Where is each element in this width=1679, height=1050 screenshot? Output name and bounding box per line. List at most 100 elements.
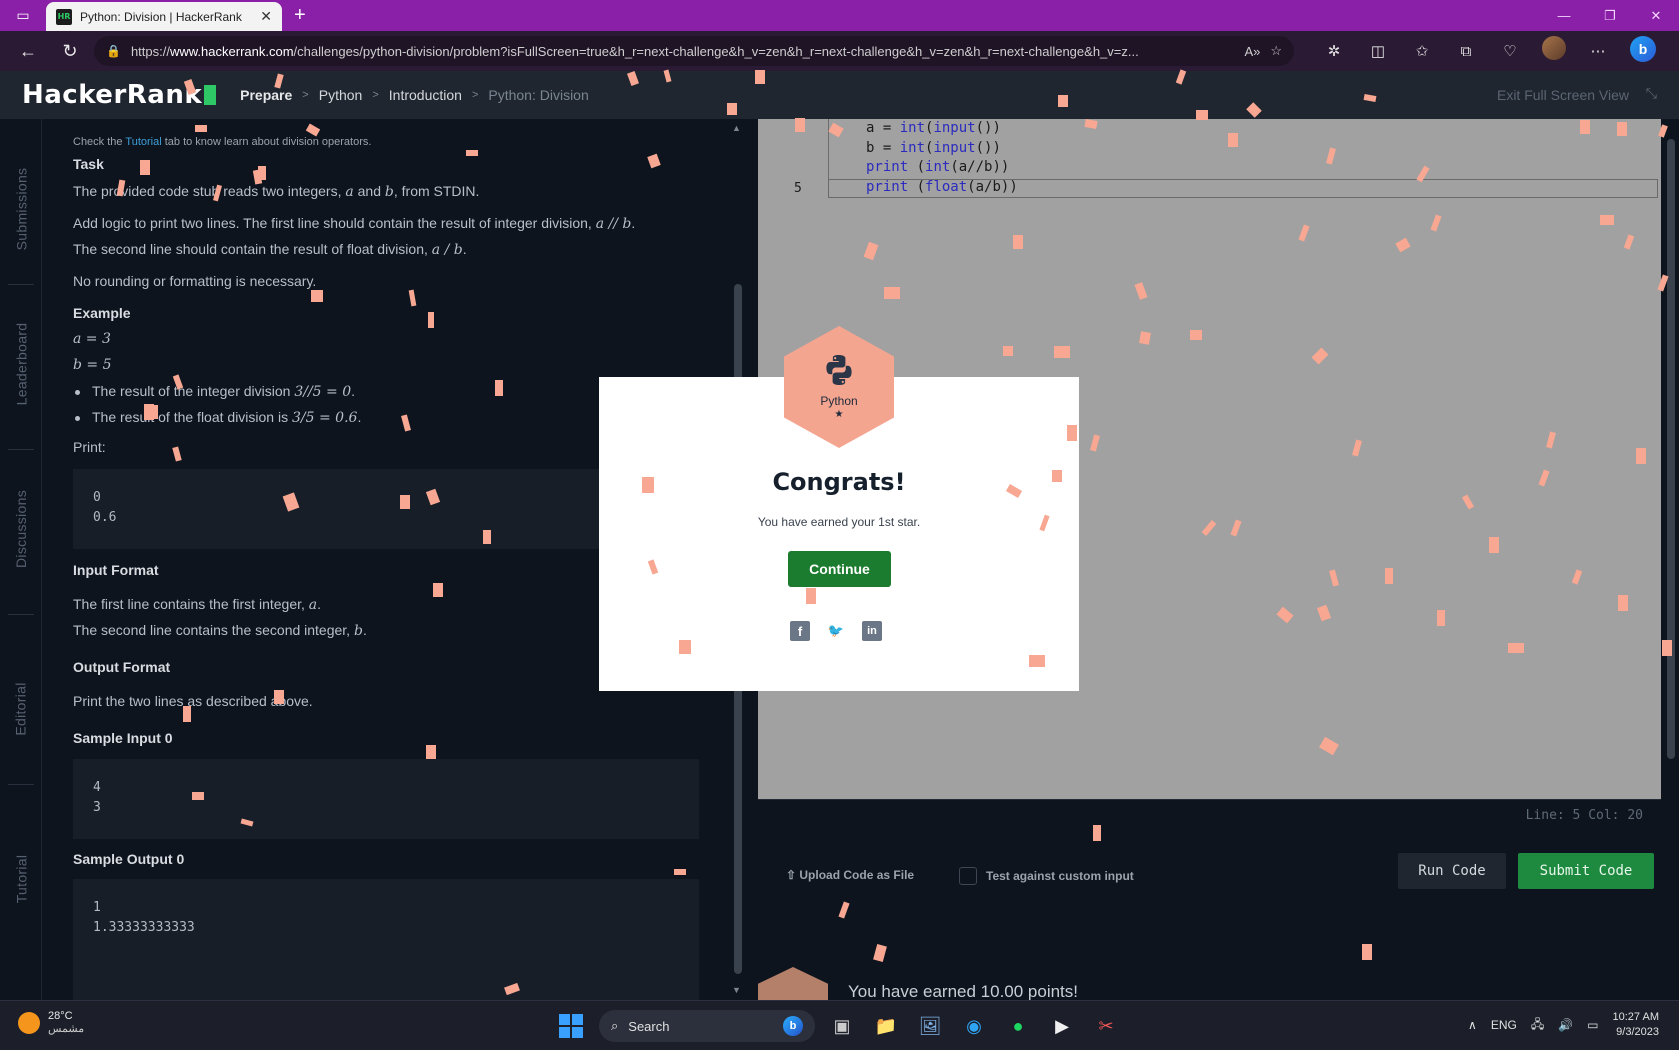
sample-output-heading: Sample Output 0 <box>73 851 185 867</box>
hackerrank-header: HackerRank Prepare > Python > Introducti… <box>0 71 1679 119</box>
twitter-icon[interactable]: 🐦 <box>826 621 846 641</box>
back-icon[interactable]: ← <box>10 35 46 67</box>
more-options-icon[interactable]: ⋯ <box>1578 36 1618 66</box>
congrats-message: You have earned your 1st star. <box>757 515 921 529</box>
spotify-icon[interactable]: ● <box>1001 1009 1035 1043</box>
upload-code-button[interactable]: ⇧ Upload Code as File <box>786 868 914 882</box>
scroll-up-icon[interactable]: ▲ <box>732 123 741 133</box>
minimize-icon[interactable]: — <box>1541 0 1587 31</box>
confetti-piece <box>1618 595 1628 611</box>
tab-discussions[interactable]: Discussions <box>0 469 42 589</box>
code-line[interactable]: a = int(input()) <box>866 120 1001 136</box>
task-line-4: No rounding or formatting is necessary. <box>73 273 317 289</box>
collapse-icon[interactable]: ⤡ <box>1646 85 1657 102</box>
confetti-piece <box>140 160 150 175</box>
bing-copilot-icon[interactable]: b <box>1630 36 1656 62</box>
split-screen-icon[interactable]: ◫ <box>1358 36 1398 66</box>
browser-tab-bar: ▭ HR Python: Division | HackerRank ✕ + —… <box>0 0 1679 31</box>
browser-essentials-icon[interactable]: ♡ <box>1490 36 1530 66</box>
volume-icon[interactable]: 🔊 <box>1558 1018 1573 1032</box>
tab-leaderboard[interactable]: Leaderboard <box>0 304 42 424</box>
screen: ▭ HR Python: Division | HackerRank ✕ + —… <box>0 0 1679 1050</box>
file-explorer-icon[interactable]: 📁 <box>869 1009 903 1043</box>
sample-output-box: 1 1.33333333333 <box>73 879 699 1000</box>
sample-input-box: 4 3 <box>73 759 699 839</box>
confetti-piece <box>1228 133 1238 147</box>
battery-icon[interactable]: ▭ <box>1587 1018 1598 1032</box>
url-bar[interactable]: 🔒 https://www.hackerrank.com/challenges/… <box>94 36 1294 66</box>
sun-icon <box>18 1011 40 1034</box>
tab-submissions[interactable]: Submissions <box>0 149 42 269</box>
read-aloud-icon[interactable]: A» <box>1244 44 1260 59</box>
chevron-up-icon[interactable]: ∧ <box>1468 1018 1477 1032</box>
breadcrumb-python[interactable]: Python <box>319 87 363 103</box>
linkedin-icon[interactable]: in <box>862 621 882 641</box>
close-window-icon[interactable]: ✕ <box>1633 0 1679 31</box>
confetti-piece <box>1662 640 1672 656</box>
code-line[interactable]: b = int(input()) <box>866 140 1001 156</box>
editor-scrollbar[interactable] <box>1663 119 1679 1000</box>
restore-icon[interactable]: ❐ <box>1587 0 1633 31</box>
confetti-piece <box>1617 122 1627 136</box>
continue-button[interactable]: Continue <box>788 551 891 587</box>
task-heading: Task <box>73 156 104 172</box>
confetti-piece <box>311 290 323 302</box>
scrollbar-thumb[interactable] <box>1667 139 1675 759</box>
confetti-piece <box>400 495 410 509</box>
example-b: b = 5 <box>73 357 112 373</box>
lock-icon[interactable]: 🔒 <box>106 44 121 58</box>
scroll-down-icon[interactable]: ▼ <box>732 985 741 995</box>
breadcrumb-current: Python: Division <box>488 87 589 103</box>
submit-code-button[interactable]: Submit Code <box>1518 853 1654 889</box>
chevron-right-icon: > <box>302 89 309 101</box>
breadcrumb-introduction[interactable]: Introduction <box>389 87 462 103</box>
confetti-piece <box>192 792 204 800</box>
start-icon[interactable] <box>559 1014 583 1038</box>
code-line[interactable]: print (float(a/b)) <box>866 179 1018 195</box>
example-heading: Example <box>73 305 131 321</box>
tab-tutorial[interactable]: Tutorial <box>0 819 42 939</box>
collections-icon[interactable]: ⧉ <box>1446 36 1486 66</box>
browser-tab[interactable]: HR Python: Division | HackerRank ✕ <box>46 2 282 31</box>
refresh-icon[interactable]: ↻ <box>52 35 88 67</box>
edge-icon[interactable]: ◉ <box>957 1009 991 1043</box>
photos-icon[interactable]: 🖼 <box>913 1009 947 1043</box>
weather-widget[interactable]: 28°C مشمس <box>18 1010 84 1035</box>
confetti-piece <box>183 706 191 722</box>
extensions-icon[interactable]: ✲ <box>1314 36 1354 66</box>
facebook-icon[interactable]: f <box>790 621 810 641</box>
code-line[interactable]: print (int(a//b)) <box>866 159 1009 175</box>
confetti-piece <box>1067 425 1077 441</box>
task-view-icon[interactable]: ▣ <box>825 1009 859 1043</box>
taskbar-search[interactable]: ⌕ Search b <box>599 1010 815 1042</box>
tab-actions-icon[interactable]: ▭ <box>0 0 46 31</box>
breadcrumb: Prepare > Python > Introduction > Python… <box>240 87 589 103</box>
breadcrumb-prepare[interactable]: Prepare <box>240 87 292 103</box>
new-tab-icon[interactable]: + <box>294 4 306 27</box>
media-player-icon[interactable]: ▶ <box>1045 1009 1079 1043</box>
profile-avatar[interactable] <box>1542 36 1566 60</box>
taskbar-apps: ⌕ Search b ▣ 📁 🖼 ◉ ● ▶ ✂ <box>559 1009 1123 1043</box>
tab-editorial[interactable]: Editorial <box>0 649 42 769</box>
close-tab-icon[interactable]: ✕ <box>260 8 272 25</box>
snipping-tool-icon[interactable]: ✂ <box>1089 1009 1123 1043</box>
confetti-piece <box>1580 120 1590 134</box>
favorite-star-icon[interactable]: ☆ <box>1270 43 1282 59</box>
divider <box>8 449 34 450</box>
line-number: 5 <box>794 181 802 196</box>
confetti-piece <box>428 312 434 328</box>
tutorial-link[interactable]: Tutorial <box>125 136 161 148</box>
input-format-line-1: The first line contains the first intege… <box>73 596 322 613</box>
custom-input-checkbox[interactable] <box>959 867 977 885</box>
confetti-piece <box>674 869 686 875</box>
network-icon[interactable]: 🖧 <box>1531 1015 1544 1036</box>
language-indicator[interactable]: ENG <box>1491 1018 1517 1032</box>
favorites-icon[interactable]: ✩ <box>1402 36 1442 66</box>
custom-input-label[interactable]: Test against custom input <box>986 869 1134 883</box>
exit-full-screen-link[interactable]: Exit Full Screen View <box>1497 87 1629 103</box>
clock[interactable]: 10:27 AM 9/3/2023 <box>1613 1010 1659 1040</box>
earned-points-text: You have earned 10.00 points! <box>848 982 1079 1001</box>
editor-actions: ⇧ Upload Code as File Test against custo… <box>746 831 1663 1027</box>
run-code-button[interactable]: Run Code <box>1398 853 1506 889</box>
print-output-line: 0.6 <box>93 510 117 525</box>
